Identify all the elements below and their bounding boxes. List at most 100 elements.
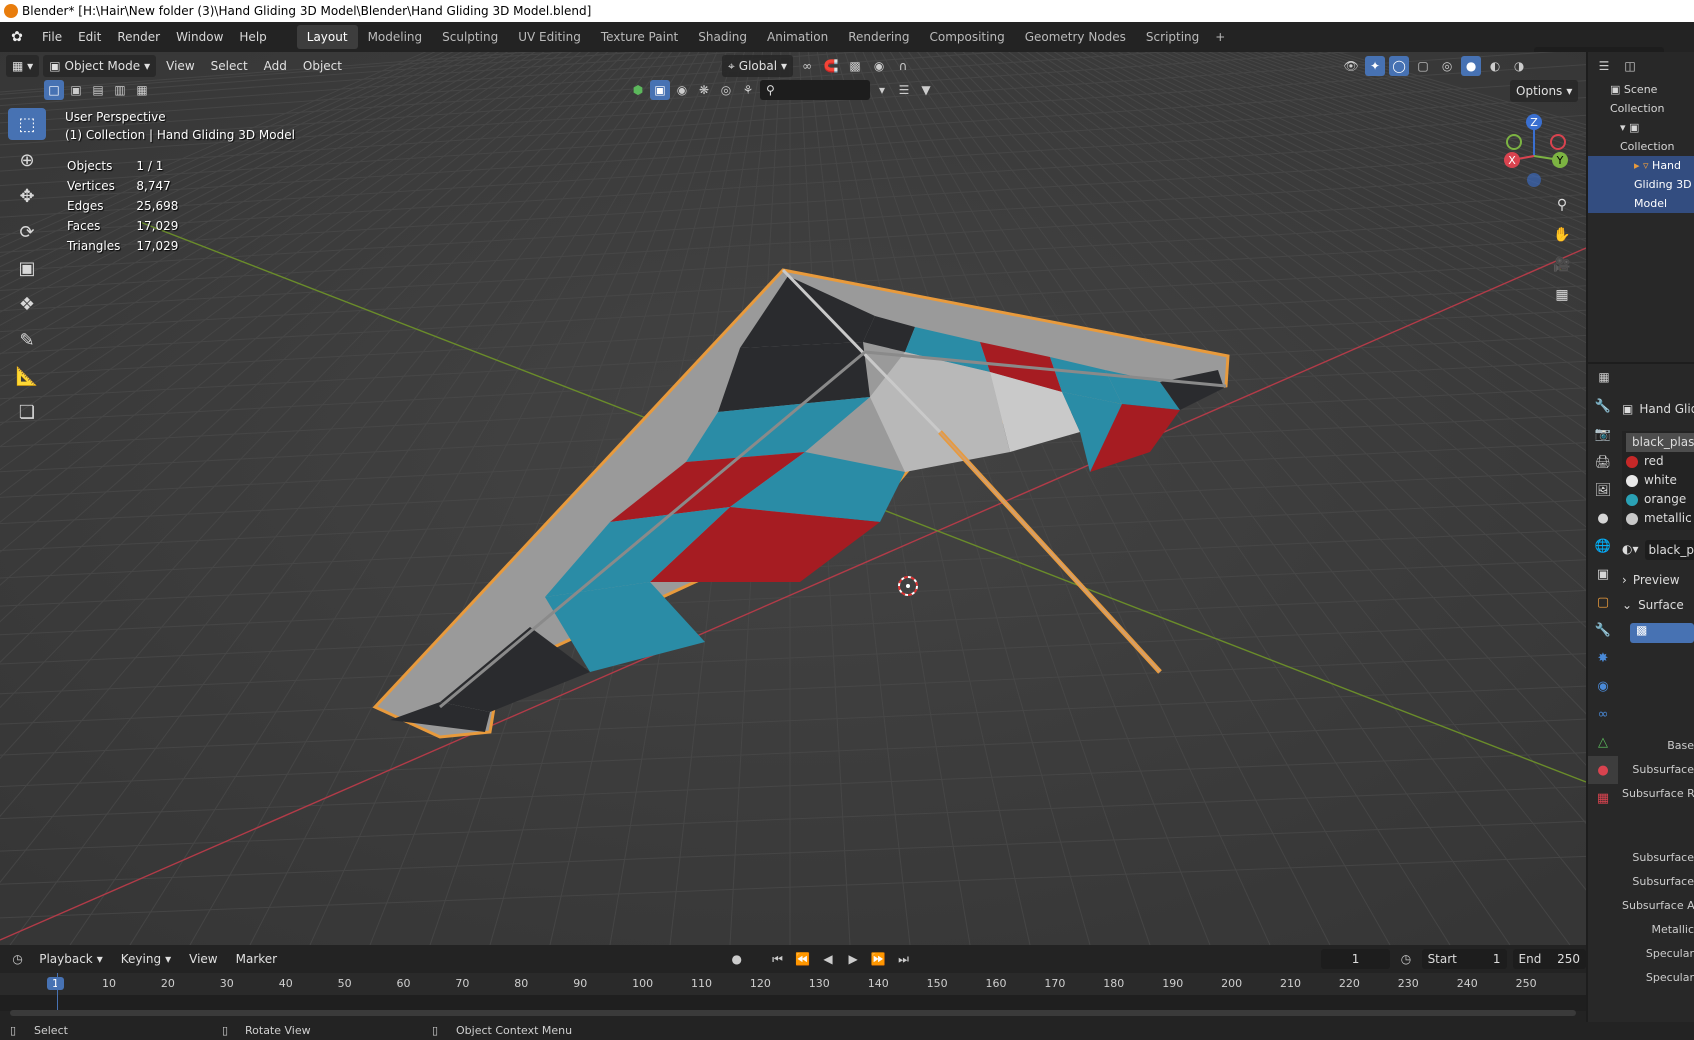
outliner-object-row[interactable]: ▸ ▿ Hand Gliding 3D Model xyxy=(1588,156,1694,213)
material-slot[interactable]: black_plastic xyxy=(1626,433,1694,452)
particles-tab-icon[interactable]: ✸ xyxy=(1588,644,1618,672)
constraints-tab-icon[interactable]: ∞ xyxy=(1588,700,1618,728)
menu-window[interactable]: Window xyxy=(168,22,231,52)
xray-icon[interactable]: ▢ xyxy=(1413,56,1433,76)
snap-icon[interactable]: 🧲 xyxy=(821,56,841,76)
tab-shading[interactable]: Shading xyxy=(688,25,757,49)
tab-sculpting[interactable]: Sculpting xyxy=(432,25,508,49)
scale-tool-icon[interactable]: ▣ xyxy=(8,252,46,284)
material-slot[interactable]: red xyxy=(1626,452,1694,471)
rotate-tool-icon[interactable]: ⟳ xyxy=(8,216,46,248)
gizmo-z-label[interactable]: Z xyxy=(1530,116,1538,129)
menu-keying[interactable]: Keying ▾ xyxy=(115,948,177,970)
material-slot[interactable]: metallic xyxy=(1626,509,1694,528)
data-tab-icon[interactable]: △ xyxy=(1588,728,1618,756)
menu-help[interactable]: Help xyxy=(231,22,274,52)
light-filter-icon[interactable]: ❋ xyxy=(694,80,714,100)
scene-tab-icon[interactable]: ● xyxy=(1588,504,1618,532)
record-icon[interactable]: ● xyxy=(727,949,746,969)
zoom-icon[interactable]: ⚲ xyxy=(1549,192,1575,218)
select-subtract-icon[interactable]: ▤ xyxy=(88,80,108,100)
jump-end-icon[interactable]: ⏭ xyxy=(894,949,913,969)
tab-geometry-nodes[interactable]: Geometry Nodes xyxy=(1015,25,1136,49)
menu-object[interactable]: Object xyxy=(297,55,348,77)
empty-filter-icon[interactable]: ⚘ xyxy=(738,80,758,100)
funnel-icon[interactable]: ▼ xyxy=(916,80,936,100)
camera-view-icon[interactable]: 🎥 xyxy=(1549,252,1575,278)
menu-playback[interactable]: Playback ▾ xyxy=(33,948,109,970)
physics-tab-icon[interactable]: ◉ xyxy=(1588,672,1618,700)
cursor-tool-icon[interactable]: ⊕ xyxy=(8,144,46,176)
tab-texture-paint[interactable]: Texture Paint xyxy=(591,25,688,49)
cube-icon[interactable]: ⬢ xyxy=(628,80,648,100)
tab-layout[interactable]: Layout xyxy=(296,25,358,49)
preview-section[interactable]: › Preview xyxy=(1622,571,1694,590)
navigation-gizmo[interactable]: Z Y X xyxy=(1498,110,1578,190)
display-mode-icon[interactable]: ◫ xyxy=(1620,56,1640,76)
gizmo-toggle-icon[interactable]: ✦ xyxy=(1365,56,1386,76)
menu-file[interactable]: File xyxy=(34,22,70,52)
outliner-scene-collection[interactable]: ▣ Scene Collection xyxy=(1610,80,1694,118)
add-cube-tool-icon[interactable]: ❏ xyxy=(8,396,46,428)
collection-tab-icon[interactable]: ▣ xyxy=(1588,560,1618,588)
select-invert-icon[interactable]: ▥ xyxy=(110,80,130,100)
gizmo-x-label[interactable]: X xyxy=(1508,154,1516,167)
measure-tool-icon[interactable]: 📐 xyxy=(8,360,46,392)
menu-add[interactable]: Add xyxy=(258,55,293,77)
transform-orientation-dropdown[interactable]: ⌖ Global ▾ xyxy=(722,55,794,77)
select-extend-icon[interactable]: ▣ xyxy=(66,80,86,100)
search-input[interactable]: ⚲ xyxy=(760,80,870,100)
object-mode-dropdown[interactable]: ▣ Object Mode ▾ xyxy=(43,55,157,77)
jump-start-icon[interactable]: ⏮ xyxy=(768,949,787,969)
menu-marker[interactable]: Marker xyxy=(230,948,283,970)
next-keyframe-icon[interactable]: ⏩ xyxy=(869,949,888,969)
view-layer-tab-icon[interactable]: 🖼 xyxy=(1588,476,1618,504)
texture-tab-icon[interactable]: ▦ xyxy=(1588,784,1618,812)
visibility-icon[interactable]: 👁 xyxy=(1341,56,1361,76)
timeline-editor-icon[interactable]: ◷ xyxy=(8,949,27,969)
select-box-tool-icon[interactable]: ⬚ xyxy=(8,108,46,140)
tab-modeling[interactable]: Modeling xyxy=(358,25,433,49)
tool-tab-icon[interactable]: 🔧 xyxy=(1588,392,1618,420)
modifier-tab-icon[interactable]: 🔧 xyxy=(1588,616,1618,644)
keyframe-track[interactable] xyxy=(0,973,1586,1011)
rendered-shading-icon[interactable]: ◑ xyxy=(1509,56,1529,76)
tab-uv-editing[interactable]: UV Editing xyxy=(508,25,591,49)
active-material-field[interactable]: ◐▾black_plastic xyxy=(1622,539,1694,560)
mesh-filter-icon[interactable]: ◉ xyxy=(672,80,692,100)
frame-ruler[interactable]: 1 10 20 30 40 50 60 70 80 90 100 110 120 130 140 150 160… xyxy=(0,973,1586,995)
render-tab-icon[interactable]: 📷 xyxy=(1588,420,1618,448)
world-tab-icon[interactable]: 🌐 xyxy=(1588,532,1618,560)
end-frame-field[interactable]: End 250 xyxy=(1512,949,1586,969)
add-workspace-button[interactable]: + xyxy=(1209,30,1231,44)
blender-menu-icon[interactable]: ✿ xyxy=(0,22,34,52)
3d-viewport[interactable] xyxy=(0,52,1586,945)
output-tab-icon[interactable]: 🖨 xyxy=(1588,448,1618,476)
menu-view[interactable]: View xyxy=(160,55,200,77)
prev-keyframe-icon[interactable]: ⏪ xyxy=(793,949,812,969)
surface-shader-button[interactable]: ▩ xyxy=(1630,623,1694,643)
properties-editor-icon[interactable]: ▦ xyxy=(1594,367,1614,387)
material-slot[interactable]: white xyxy=(1626,471,1694,490)
tab-scripting[interactable]: Scripting xyxy=(1136,25,1209,49)
current-frame-field[interactable]: 1 xyxy=(1320,949,1391,969)
pan-hand-icon[interactable]: ✋ xyxy=(1549,222,1575,248)
surface-section[interactable]: ⌄ Surface xyxy=(1622,596,1694,615)
tab-animation[interactable]: Animation xyxy=(757,25,838,49)
object-tab-icon[interactable]: ▢ xyxy=(1588,588,1618,616)
material-tab-icon[interactable]: ● xyxy=(1588,756,1618,784)
annotate-tool-icon[interactable]: ✎ xyxy=(8,324,46,356)
wireframe-shading-icon[interactable]: ◎ xyxy=(1437,56,1457,76)
outliner-editor-icon[interactable]: ☰ xyxy=(1594,56,1614,76)
editor-type-button[interactable]: ▦ ▾ xyxy=(6,55,40,77)
material-slot[interactable]: orange xyxy=(1626,490,1694,509)
overlay-toggle-icon[interactable]: ◯ xyxy=(1389,56,1410,76)
select-new-icon[interactable]: □ xyxy=(44,80,64,100)
sort-icon[interactable]: ☰ xyxy=(894,80,914,100)
falloff-icon[interactable]: ∩ xyxy=(893,56,913,76)
ortho-grid-icon[interactable]: ▦ xyxy=(1549,282,1575,308)
move-tool-icon[interactable]: ✥ xyxy=(8,180,46,212)
select-intersect-icon[interactable]: ▦ xyxy=(132,80,152,100)
menu-edit[interactable]: Edit xyxy=(70,22,109,52)
start-frame-field[interactable]: Start 1 xyxy=(1421,949,1507,969)
